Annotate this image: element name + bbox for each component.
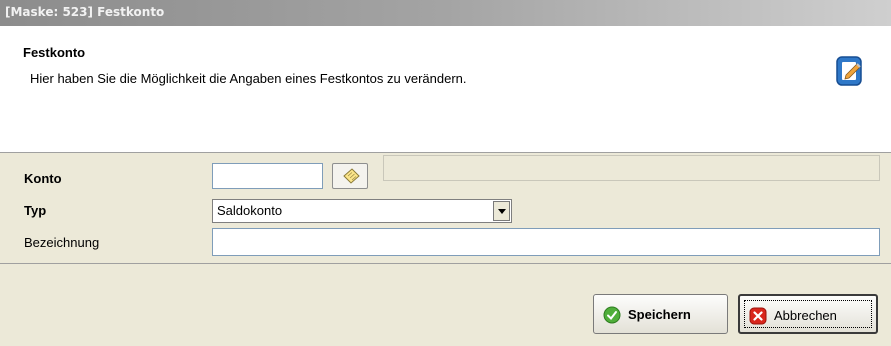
konto-name-display — [383, 155, 880, 181]
window-title-bar: [Maske: 523] Festkonto — [0, 0, 891, 26]
typ-label: Typ — [24, 203, 47, 218]
konto-input[interactable] — [212, 163, 323, 189]
typ-selected-value: Saldokonto — [217, 203, 283, 218]
form-panel: Konto Typ Saldokonto Bezeichnung — [0, 153, 891, 263]
cancel-button-label: Abbrechen — [774, 308, 837, 323]
button-bar: Speichern Abbrechen — [0, 263, 891, 346]
cancel-button[interactable]: Abbrechen — [738, 294, 878, 334]
header-description: Hier haben Sie die Möglichkeit die Angab… — [30, 71, 467, 86]
bezeichnung-label: Bezeichnung — [24, 235, 100, 250]
header-title: Festkonto — [23, 45, 86, 60]
window-title: [Maske: 523] Festkonto — [5, 5, 165, 19]
chevron-down-icon[interactable] — [493, 201, 510, 221]
header-panel: Festkonto Hier haben Sie die Möglichkeit… — [0, 26, 891, 153]
konto-label: Konto — [24, 171, 62, 186]
close-icon — [749, 307, 767, 325]
konto-lookup-button[interactable] — [332, 163, 368, 189]
save-button[interactable]: Speichern — [593, 294, 728, 334]
typ-select[interactable]: Saldokonto — [212, 199, 512, 223]
check-icon — [603, 306, 621, 324]
edit-document-icon — [836, 56, 862, 86]
save-button-label: Speichern — [628, 307, 691, 322]
notepad-icon — [343, 168, 360, 184]
bezeichnung-input[interactable] — [212, 228, 880, 256]
